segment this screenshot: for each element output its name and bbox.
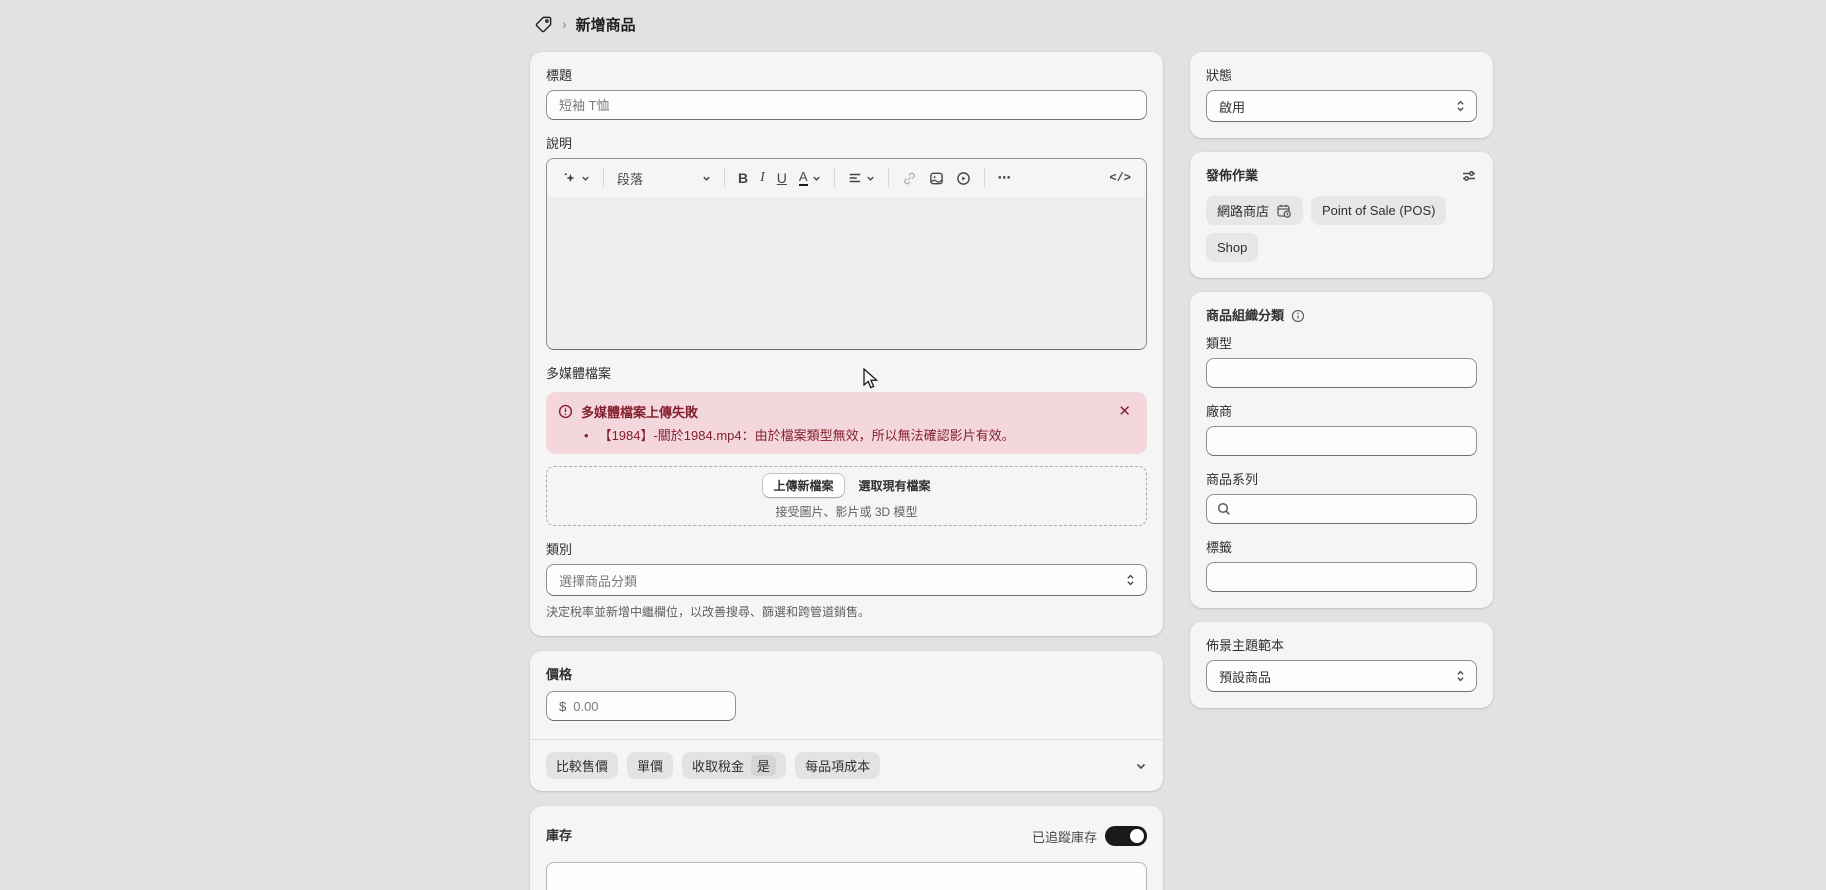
- breadcrumb: › 新增商品: [534, 11, 636, 37]
- play-circle-icon: [956, 171, 971, 186]
- sliders-icon[interactable]: [1461, 168, 1477, 184]
- align-left-icon: [848, 171, 862, 185]
- insert-video-button[interactable]: [951, 167, 976, 190]
- status-card: 狀態 啟用: [1190, 52, 1493, 138]
- publishing-card: 發佈作業 網路商店: [1190, 152, 1493, 278]
- pricing-options-row: 比較售價 單價 收取稅金 是 每品項成本: [530, 739, 1163, 791]
- organization-title: 商品組織分類: [1206, 308, 1284, 324]
- updown-chevron-icon: [1455, 669, 1466, 683]
- code-view-button[interactable]: </>: [1104, 167, 1136, 189]
- description-textarea[interactable]: [547, 197, 1146, 349]
- editor-toolbar: 段落 B I U A: [547, 159, 1146, 197]
- chevron-down-icon: [866, 174, 875, 183]
- dropzone-hint: 接受圖片、影片或 3D 模型: [775, 503, 917, 520]
- category-select[interactable]: 選擇商品分類: [546, 564, 1147, 596]
- link-icon: [902, 171, 917, 186]
- ai-magic-button[interactable]: [557, 167, 595, 190]
- type-label: 類型: [1206, 336, 1477, 352]
- title-input[interactable]: [546, 90, 1147, 120]
- collapse-chevron-icon[interactable]: [1135, 760, 1147, 772]
- description-editor: 段落 B I U A: [546, 158, 1147, 350]
- currency-prefix: $: [559, 699, 566, 714]
- collections-input[interactable]: [1206, 494, 1477, 524]
- inventory-card: 庫存 已追蹤庫存: [530, 806, 1163, 890]
- paragraph-style-dropdown[interactable]: 段落: [612, 165, 716, 192]
- type-input[interactable]: [1206, 358, 1477, 388]
- channel-pos: Point of Sale (POS): [1311, 196, 1446, 225]
- italic-button[interactable]: I: [755, 166, 770, 190]
- publishing-title: 發佈作業: [1206, 168, 1461, 184]
- error-detail: 【1984】-關於1984.mp4：由於檔案類型無效，所以無法確認影片有效。: [599, 428, 1015, 444]
- category-helper: 決定稅率並新增中繼欄位，以改善搜尋、篩選和跨管道銷售。: [546, 604, 1147, 620]
- image-icon: [929, 171, 944, 186]
- organization-card: 商品組織分類 類型 廠商 商品系列: [1190, 292, 1493, 608]
- inventory-field-partial[interactable]: [546, 862, 1147, 890]
- updown-chevron-icon: [1125, 573, 1136, 587]
- media-upload-error-banner: 多媒體檔案上傳失敗 ✕ • 【1984】-關於1984.mp4：由於檔案類型無效…: [546, 392, 1147, 454]
- charge-tax-value: 是: [751, 755, 776, 776]
- close-icon[interactable]: ✕: [1114, 403, 1135, 421]
- title-label: 標題: [546, 68, 1147, 84]
- add-product-page: › 新增商品 標題 說明 段: [0, 0, 1826, 890]
- upload-new-file-button[interactable]: 上傳新檔案: [762, 473, 844, 498]
- theme-template-card: 佈景主題範本 預設商品: [1190, 622, 1493, 708]
- page-title: 新增商品: [576, 14, 636, 35]
- track-inventory-toggle[interactable]: [1105, 826, 1147, 846]
- category-label: 類別: [546, 542, 1147, 558]
- alignment-button[interactable]: [843, 167, 880, 189]
- breadcrumb-separator: ›: [562, 16, 567, 32]
- status-select[interactable]: 啟用: [1206, 90, 1477, 122]
- text-color-button[interactable]: A: [794, 166, 826, 190]
- product-details-card: 標題 說明 段落: [530, 52, 1163, 636]
- tags-input[interactable]: [1206, 562, 1477, 592]
- underline-button[interactable]: U: [772, 166, 792, 190]
- media-dropzone[interactable]: 上傳新檔案 選取現有檔案 接受圖片、影片或 3D 模型: [546, 466, 1147, 526]
- cost-per-item-chip[interactable]: 每品項成本: [795, 752, 880, 779]
- track-inventory-label: 已追蹤庫存: [1032, 827, 1097, 846]
- chevron-down-icon: [581, 174, 590, 183]
- theme-template-label: 佈景主題範本: [1206, 638, 1477, 654]
- vendor-label: 廠商: [1206, 404, 1477, 420]
- channel-online-store: 網路商店: [1206, 196, 1303, 225]
- pricing-title: 價格: [546, 667, 572, 682]
- media-label: 多媒體檔案: [546, 366, 1147, 382]
- channel-shop: Shop: [1206, 233, 1258, 262]
- price-input[interactable]: [573, 699, 723, 714]
- price-input-box[interactable]: $: [546, 691, 736, 721]
- vendor-input[interactable]: [1206, 426, 1477, 456]
- calendar-clock-icon: [1276, 203, 1292, 219]
- info-icon[interactable]: [1291, 309, 1305, 323]
- inventory-title: 庫存: [546, 828, 572, 844]
- compare-at-price-chip[interactable]: 比較售價: [546, 752, 618, 779]
- updown-chevron-icon: [1455, 99, 1466, 113]
- magic-sparkle-icon: [562, 171, 577, 186]
- chevron-down-icon: [812, 174, 821, 183]
- charge-tax-chip[interactable]: 收取稅金 是: [682, 752, 786, 779]
- description-label: 說明: [546, 136, 1147, 152]
- insert-link-button: [897, 167, 922, 190]
- chevron-down-icon: [702, 174, 711, 183]
- status-label: 狀態: [1206, 68, 1477, 84]
- error-bullet: •: [584, 428, 589, 444]
- collections-label: 商品系列: [1206, 472, 1477, 488]
- more-options-button[interactable]: ⋯: [993, 166, 1017, 190]
- bold-button[interactable]: B: [733, 166, 753, 190]
- tags-label: 標籤: [1206, 540, 1477, 556]
- unit-price-chip[interactable]: 單價: [627, 752, 673, 779]
- pricing-card: 價格 $ 比較售價 單價 收取稅金 是 每品項成本: [530, 651, 1163, 791]
- search-icon: [1216, 501, 1232, 517]
- alert-circle-icon: [558, 404, 573, 419]
- products-tag-icon[interactable]: [534, 15, 553, 34]
- select-existing-file-button[interactable]: 選取現有檔案: [859, 477, 931, 494]
- error-title: 多媒體檔案上傳失敗: [581, 402, 1106, 421]
- theme-template-select[interactable]: 預設商品: [1206, 660, 1477, 692]
- insert-image-button[interactable]: [924, 167, 949, 190]
